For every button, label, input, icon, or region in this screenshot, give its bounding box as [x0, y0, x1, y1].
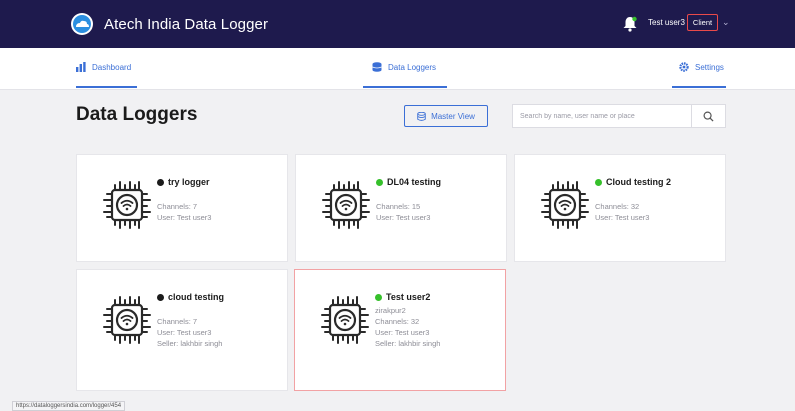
chevron-down-icon[interactable]: ⌄	[722, 17, 730, 28]
tab-bar: Dashboard Data Loggers Settings	[0, 48, 795, 90]
status-dot-online	[375, 293, 382, 301]
status-bar-url: https://dataloggersindia.com/logger/454	[12, 401, 126, 411]
logger-card[interactable]: cloud testing Channels: 7 User: Test use…	[76, 269, 288, 391]
logger-name: Cloud testing 2	[606, 177, 671, 187]
tab-dashboard[interactable]: Dashboard	[76, 62, 131, 72]
status-dot-offline	[157, 293, 164, 301]
logger-place: zirakpur2	[375, 306, 406, 315]
logger-seller: Seller: lakhbir singh	[375, 339, 441, 348]
search-box	[512, 104, 726, 128]
chip-wifi-icon	[540, 180, 590, 230]
logger-name: Test user2	[386, 292, 431, 302]
logger-channels: Channels: 7	[157, 317, 198, 326]
logger-channels: Channels: 15	[376, 202, 421, 211]
chip-wifi-icon	[102, 180, 152, 230]
status-dot-online	[376, 178, 383, 186]
logger-name: cloud testing	[168, 292, 224, 302]
logger-user: User: Test user3	[376, 213, 431, 222]
tab-label: Settings	[695, 62, 724, 72]
page-title: Data Loggers	[76, 104, 198, 125]
search-button[interactable]	[691, 105, 725, 127]
logger-channels: Channels: 32	[375, 317, 420, 326]
status-dot-offline	[157, 178, 164, 186]
role-badge[interactable]: Client	[687, 14, 718, 31]
cloud-logo-icon	[71, 13, 93, 35]
dashboard-icon	[76, 62, 86, 72]
user-name[interactable]: Test user3	[648, 18, 685, 27]
logger-card[interactable]: try logger Channels: 7 User: Test user3	[76, 154, 288, 262]
tab-active-indicator	[363, 86, 447, 88]
tab-label: Data Loggers	[388, 62, 437, 72]
status-dot-online	[595, 178, 602, 186]
search-input[interactable]	[513, 105, 691, 127]
master-view-label: Master View	[431, 111, 475, 121]
logger-user: User: Test user3	[595, 213, 650, 222]
logger-card[interactable]: Cloud testing 2 Channels: 32 User: Test …	[514, 154, 726, 262]
logger-name: DL04 testing	[387, 177, 442, 187]
logger-user: User: Test user3	[157, 213, 212, 222]
chip-wifi-icon	[320, 295, 370, 345]
gear-icon	[679, 62, 689, 72]
app-title: Atech India Data Logger	[104, 15, 269, 33]
logger-channels: Channels: 32	[595, 202, 640, 211]
logger-user: User: Test user3	[375, 328, 430, 337]
top-navbar: Atech India Data Logger Test user3 Clien…	[0, 0, 795, 48]
database-icon	[372, 62, 382, 72]
logger-channels: Channels: 7	[157, 202, 198, 211]
tab-active-indicator	[76, 86, 137, 88]
tab-active-indicator	[672, 86, 726, 88]
database-icon	[417, 111, 426, 121]
tab-settings[interactable]: Settings	[679, 62, 724, 72]
logger-name: try logger	[168, 177, 210, 187]
brand[interactable]: Atech India Data Logger	[68, 12, 268, 36]
bell-icon[interactable]	[623, 16, 637, 32]
tab-data-loggers[interactable]: Data Loggers	[372, 62, 436, 72]
tab-label: Dashboard	[92, 62, 132, 72]
master-view-button[interactable]: Master View	[404, 105, 488, 127]
logger-card[interactable]: DL04 testing Channels: 15 User: Test use…	[295, 154, 507, 262]
chip-wifi-icon	[321, 180, 371, 230]
chip-wifi-icon	[102, 295, 152, 345]
logger-seller: Seller: lakhbir singh	[157, 339, 223, 348]
search-icon	[703, 111, 714, 122]
logger-user: User: Test user3	[157, 328, 212, 337]
logger-card-selected[interactable]: Test user2 zirakpur2 Channels: 32 User: …	[294, 269, 506, 391]
